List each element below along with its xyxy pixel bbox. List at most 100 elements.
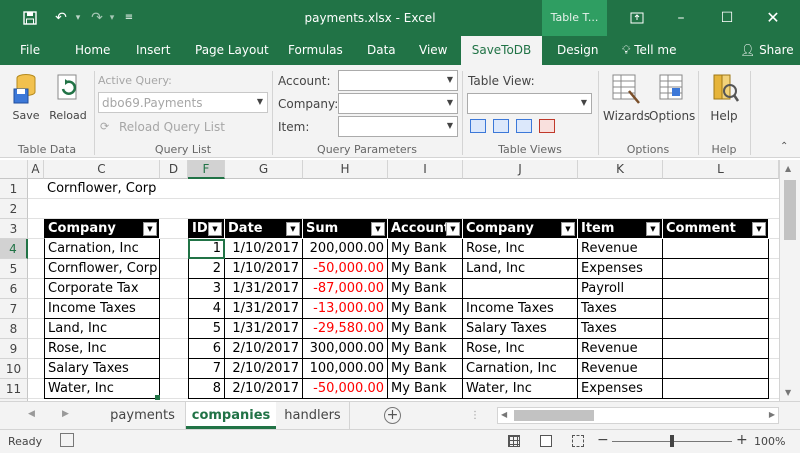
company-cell[interactable]: Salary Taxes [44,359,160,379]
payment-company-cell[interactable]: Carnation, Inc [463,359,578,379]
account-select[interactable]: ▼ [338,70,458,91]
table-view-delete-icon[interactable] [539,119,555,133]
payment-account-cell[interactable]: My Bank [388,239,463,259]
scrollbar-thumb[interactable] [784,180,796,240]
payment-id-cell[interactable]: 3 [188,279,225,299]
payment-date-cell[interactable]: 1/31/2017 [225,319,303,339]
reload-query-list-button[interactable]: ⟳ Reload Query List [100,118,240,136]
table-view-select[interactable]: ▼ [467,93,592,114]
payments-header-account[interactable]: Account ▼ [388,219,463,239]
row-header[interactable]: 3 [0,219,28,239]
scroll-left-icon[interactable]: ◀ [501,410,507,419]
tell-me[interactable]: 💡︎ Tell me [622,36,676,65]
active-query-select[interactable]: dbo69.Payments ▼ [98,92,268,113]
save-icon[interactable] [18,0,42,39]
payment-comment-cell[interactable] [663,359,769,379]
save-button[interactable]: Save [8,71,44,131]
filter-dropdown-icon[interactable]: ▼ [143,222,157,236]
payment-item-cell[interactable]: Expenses [578,379,663,399]
filter-dropdown-icon[interactable]: ▼ [208,222,222,236]
column-header[interactable]: C [44,160,160,179]
tab-view[interactable]: View [419,36,447,65]
column-header[interactable]: H [303,160,388,179]
payment-account-cell[interactable]: My Bank [388,319,463,339]
payment-comment-cell[interactable] [663,379,769,399]
payment-id-cell[interactable]: 8 [188,379,225,399]
payments-header-item[interactable]: Item ▼ [578,219,663,239]
payment-sum-cell[interactable]: -29,580.00 [303,319,388,339]
page-break-view-icon[interactable] [572,435,584,447]
minimize-icon[interactable]: – [666,0,696,36]
options-button[interactable]: Options [649,71,695,131]
payment-date-cell[interactable]: 2/10/2017 [225,359,303,379]
payment-account-cell[interactable]: My Bank [388,339,463,359]
filter-dropdown-icon[interactable]: ▼ [561,222,575,236]
hscroll-thumb[interactable] [514,410,594,421]
payment-company-cell[interactable]: Salary Taxes [463,319,578,339]
payment-item-cell[interactable]: Taxes [578,319,663,339]
row-header[interactable]: 4 [0,239,28,259]
payment-account-cell[interactable]: My Bank [388,379,463,399]
payment-date-cell[interactable]: 2/10/2017 [225,379,303,399]
tab-formulas[interactable]: Formulas [288,36,343,65]
column-header[interactable]: K [578,160,663,179]
tab-home[interactable]: Home [75,36,110,65]
payment-comment-cell[interactable] [663,299,769,319]
undo-icon[interactable]: ↶ [50,0,72,36]
customize-toolbar-icon[interactable]: ≡ [122,0,136,36]
column-header[interactable]: A [28,160,44,179]
column-header[interactable]: D [160,160,188,179]
company-cell[interactable]: Corporate Tax [44,279,160,299]
zoom-slider-thumb[interactable] [670,435,674,447]
macro-record-icon[interactable] [60,433,74,447]
payment-company-cell[interactable]: Rose, Inc [463,339,578,359]
company-cell[interactable]: Rose, Inc [44,339,160,359]
item-select[interactable]: ▼ [338,116,458,137]
ribbon-display-icon[interactable] [622,0,652,38]
payment-company-cell[interactable]: Water, Inc [463,379,578,399]
filter-dropdown-icon[interactable]: ▼ [646,222,660,236]
share-button[interactable]: 👤︎ Share [740,36,794,65]
redo-dropdown-icon[interactable]: ▾ [106,0,118,36]
sheet-scroll-left-icon[interactable]: ◀ [28,409,35,419]
zoom-out-icon[interactable]: − [597,432,609,448]
row-header[interactable]: 6 [0,279,28,299]
row-header[interactable]: 9 [0,339,28,359]
payment-account-cell[interactable]: My Bank [388,279,463,299]
row-header[interactable]: 11 [0,379,28,399]
column-header[interactable]: I [388,160,463,179]
filter-dropdown-icon[interactable]: ▼ [371,222,385,236]
payment-id-cell[interactable]: 4 [188,299,225,319]
payment-date-cell[interactable]: 1/31/2017 [225,299,303,319]
select-all-corner[interactable] [0,160,28,179]
payment-item-cell[interactable]: Revenue [578,339,663,359]
company-select[interactable]: ▼ [338,93,458,114]
payment-company-cell[interactable]: Income Taxes [463,299,578,319]
payment-sum-cell[interactable]: 100,000.00 [303,359,388,379]
redo-icon[interactable]: ↷ [86,0,108,36]
payment-sum-cell[interactable]: 200,000.00 [303,239,388,259]
sheet-tab-companies[interactable]: companies [186,402,276,429]
close-icon[interactable]: ✕ [758,0,788,36]
column-header[interactable]: L [663,160,779,179]
payment-company-cell[interactable]: Land, Inc [463,259,578,279]
tab-file[interactable]: File [20,36,40,65]
payments-header-sum[interactable]: Sum ▼ [303,219,388,239]
payment-id-cell[interactable]: 2 [188,259,225,279]
scroll-right-icon[interactable]: ▶ [769,410,775,419]
filter-dropdown-icon[interactable]: ▼ [446,222,460,236]
help-button[interactable]: Help [704,71,744,131]
companies-header-company[interactable]: Company ▼ [44,219,160,239]
column-header[interactable]: G [225,160,303,179]
company-cell[interactable]: Land, Inc [44,319,160,339]
payment-id-cell[interactable]: 1 [188,239,225,259]
payment-account-cell[interactable]: My Bank [388,299,463,319]
row-header[interactable]: 1 [0,179,28,199]
zoom-level[interactable]: 100% [754,435,785,448]
company-cell[interactable]: Income Taxes [44,299,160,319]
payment-item-cell[interactable]: Expenses [578,259,663,279]
column-header[interactable]: J [463,160,578,179]
normal-view-icon[interactable] [508,435,520,447]
collapse-ribbon-icon[interactable]: ⌃ [780,141,788,152]
payments-header-id[interactable]: ID ▼ [188,219,225,239]
